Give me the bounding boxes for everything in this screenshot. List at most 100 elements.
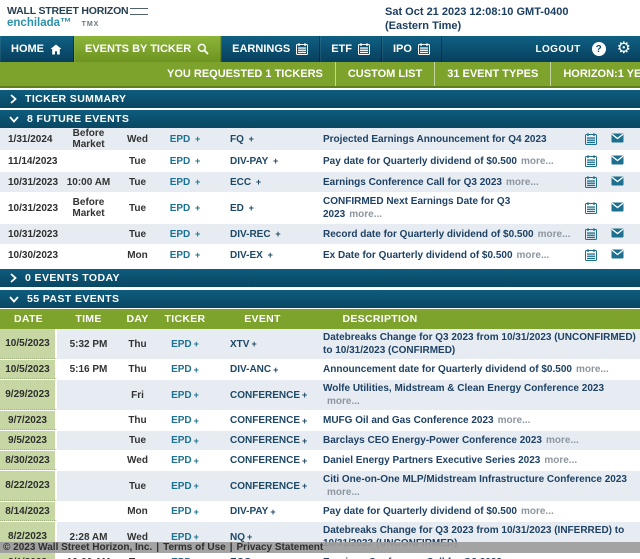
more-link[interactable]: more...	[349, 209, 382, 220]
logout-button[interactable]: LOGOUT	[535, 44, 580, 55]
help-icon[interactable]: ?	[591, 42, 606, 56]
more-link[interactable]: more...	[576, 363, 609, 376]
ticker-link[interactable]: EPD +	[155, 380, 215, 410]
tab-earnings[interactable]: EARNINGS	[221, 36, 321, 62]
event-time: Before Market	[72, 128, 105, 150]
email-action-icon[interactable]	[611, 202, 624, 214]
ticker-link[interactable]: EPD +	[155, 451, 215, 470]
event-date: 8/30/2023	[0, 451, 57, 470]
ticker-link[interactable]: EPD +	[155, 431, 215, 450]
calendar-action-icon[interactable]	[585, 228, 597, 240]
expand-plus: +	[193, 390, 199, 400]
event-type-link[interactable]: DIV-ANC +	[215, 360, 310, 379]
more-link[interactable]: more...	[546, 434, 579, 447]
ticker-link[interactable]: EPD +	[155, 553, 215, 559]
column-header-time: TIME	[75, 313, 102, 325]
event-type-link[interactable]: CONFERENCE +	[215, 451, 310, 470]
footer-bar: © 2023 Wall Street Horizon, Inc. | Terms o…	[0, 542, 640, 553]
terms-of-use-link[interactable]: Terms of Use	[163, 542, 226, 553]
column-header-ticker: TICKER	[164, 313, 206, 325]
ticker-link[interactable]: EPD +	[155, 177, 215, 188]
event-description-text: Ex Date for Quarterly dividend of $0.500	[323, 249, 513, 261]
section-past-events[interactable]: 55 PAST EVENTS	[0, 290, 640, 308]
event-day: Thu	[128, 364, 147, 375]
event-type-link-text: CONFERENCE	[230, 415, 301, 426]
expand-plus: +	[193, 455, 199, 466]
calendar-action-icon[interactable]	[585, 155, 597, 167]
ticker-link[interactable]: EPD +	[155, 250, 215, 261]
event-type-link[interactable]: CONFERENCE +	[215, 411, 310, 430]
event-date: 9/7/2023	[0, 411, 57, 430]
event-type-link[interactable]: ED +	[215, 203, 310, 214]
event-type-link[interactable]: CONFERENCE +	[215, 431, 310, 450]
section-events-today[interactable]: 0 EVENTS TODAY	[0, 269, 640, 287]
gear-icon[interactable]: ⚙	[617, 41, 631, 57]
ticker-link[interactable]: EPD +	[155, 471, 215, 501]
ticker-link[interactable]: EPD +	[155, 502, 215, 521]
event-type-link[interactable]: CONFERENCE +	[215, 380, 310, 410]
more-link[interactable]: more...	[521, 505, 554, 518]
email-action-icon[interactable]	[611, 133, 624, 145]
event-type-link[interactable]: DIV-PAY +	[215, 156, 310, 167]
event-date: 10/5/2023	[0, 360, 57, 379]
event-date: 10/31/2023	[8, 228, 59, 240]
subnav-horizon-1-year[interactable]: HORIZON:1 YEAR	[550, 62, 640, 86]
subnav-custom-list[interactable]: CUSTOM LIST	[334, 62, 434, 86]
more-link[interactable]: more...	[327, 395, 360, 408]
section-past-events-label: 55 PAST EVENTS	[27, 293, 120, 305]
main-nav: HOME EVENTS BY TICKER EARNINGS ETF IPO L…	[0, 36, 640, 62]
calendar-action-icon[interactable]	[585, 176, 597, 188]
section-ticker-summary[interactable]: TICKER SUMMARY	[0, 90, 640, 108]
tab-ipo-label: IPO	[393, 43, 412, 55]
event-type-link[interactable]: FQ +	[215, 134, 310, 145]
calendar-action-icon[interactable]	[585, 202, 597, 214]
event-type-link[interactable]: DIV-PAY +	[215, 502, 310, 521]
subnav-31-event-types[interactable]: 31 EVENT TYPES	[434, 62, 550, 86]
future-event-row: 11/14/2023 Tue EPD + DIV-PAY + Pay date for …	[0, 151, 640, 172]
event-time: 5:16 PM	[69, 364, 108, 375]
ticker-link[interactable]: EPD +	[155, 156, 215, 167]
event-type-link[interactable]: CONFERENCE +	[215, 471, 310, 501]
event-date: 8/22/2023	[0, 471, 57, 501]
more-link[interactable]: more...	[327, 486, 360, 499]
more-link[interactable]: more...	[544, 454, 577, 467]
calendar-icon	[358, 43, 370, 55]
email-action-icon[interactable]	[611, 249, 624, 261]
tab-events-by-ticker[interactable]: EVENTS BY TICKER	[74, 36, 222, 62]
ticker-link[interactable]: EPD +	[155, 411, 215, 430]
event-description: Pay date for Quarterly dividend of $0.50…	[310, 153, 576, 170]
ticker-link-text: EPD	[171, 415, 192, 426]
event-type-link[interactable]: ECC +	[215, 177, 310, 188]
event-type-link[interactable]: DIV-EX +	[215, 250, 310, 261]
tab-home[interactable]: HOME	[0, 36, 74, 62]
event-description: Announcement date for Quarterly dividend…	[310, 360, 640, 379]
calendar-action-icon[interactable]	[585, 249, 597, 261]
event-type-link[interactable]: ECC +	[215, 553, 310, 559]
email-action-icon[interactable]	[611, 228, 624, 240]
ticker-link-text: EPD	[171, 364, 192, 375]
more-link[interactable]: more...	[506, 177, 539, 188]
more-link[interactable]: more...	[498, 414, 531, 427]
event-type-link[interactable]: DIV-REC +	[215, 229, 310, 240]
ticker-link[interactable]: EPD +	[155, 229, 215, 240]
tab-etf[interactable]: ETF	[320, 36, 382, 62]
ticker-link[interactable]: EPD +	[155, 203, 215, 214]
past-event-row: 9/7/2023 Thu EPD + CONFERENCE + MUFG Oil and…	[0, 411, 640, 431]
column-header-description: DESCRIPTION	[342, 313, 418, 325]
section-future-events[interactable]: 8 FUTURE EVENTS	[0, 110, 640, 128]
ticker-link[interactable]: EPD +	[155, 360, 215, 379]
email-action-icon[interactable]	[611, 176, 624, 188]
column-header-date: DATE	[13, 313, 43, 325]
calendar-action-icon[interactable]	[585, 133, 597, 145]
more-link[interactable]: more...	[521, 156, 554, 167]
privacy-statement-link[interactable]: Privacy Statement	[237, 542, 324, 553]
more-link[interactable]: more...	[517, 250, 550, 261]
ticker-link[interactable]: EPD +	[155, 329, 215, 359]
logo-company-name: TMX	[81, 21, 100, 28]
tab-ipo[interactable]: IPO	[382, 36, 442, 62]
more-link[interactable]: more...	[538, 229, 571, 240]
ticker-link[interactable]: EPD +	[155, 134, 215, 145]
subnav-you-requested-1-tickers[interactable]: YOU REQUESTED 1 TICKERS	[155, 62, 335, 86]
event-type-link[interactable]: XTV +	[215, 329, 310, 359]
email-action-icon[interactable]	[611, 155, 624, 167]
